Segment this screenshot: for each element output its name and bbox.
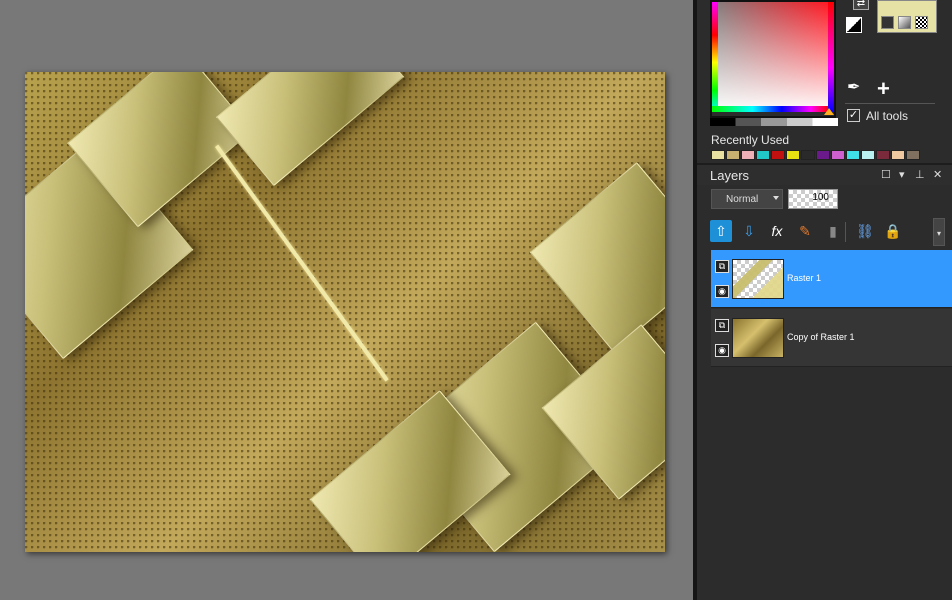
visibility-eye-icon[interactable]: ◉	[715, 285, 729, 298]
link-layer-button[interactable]: ⛓	[854, 220, 876, 242]
grayscale-strip[interactable]	[710, 118, 838, 126]
maximize-icon[interactable]: ☐	[881, 168, 891, 181]
layer-toolbar: ⇧ ⇩ fx ✎ ▮ ⛓ 🔒	[710, 220, 910, 244]
recent-color-swatch[interactable]	[786, 150, 800, 160]
recent-color-swatch[interactable]	[801, 150, 815, 160]
recent-colors-row	[711, 150, 921, 160]
visibility-eye-icon[interactable]: ◉	[715, 344, 729, 357]
recent-color-swatch[interactable]	[711, 150, 725, 160]
layer-thumbnail[interactable]	[732, 318, 784, 358]
hue-marker-icon[interactable]	[824, 108, 834, 115]
material-gradient-icon[interactable]	[898, 16, 911, 29]
layer-mask-button[interactable]: ✎	[794, 220, 816, 242]
mask-icon: ✎	[799, 222, 811, 239]
recent-color-swatch[interactable]	[726, 150, 740, 160]
color-field[interactable]	[712, 2, 828, 112]
hue-rail[interactable]	[712, 106, 828, 112]
layer-group-icon[interactable]: ⧉	[715, 319, 729, 332]
all-tools-checkbox[interactable]: ✓	[847, 109, 860, 122]
image-canvas[interactable]	[25, 72, 665, 552]
delete-layer-button[interactable]: ▮	[822, 220, 844, 242]
recently-used-label: Recently Used	[711, 133, 790, 147]
pin-icon[interactable]: ⊥	[915, 168, 925, 181]
canvas-light-beam	[215, 144, 389, 382]
recent-color-swatch[interactable]	[756, 150, 770, 160]
lock-layer-button[interactable]: 🔒	[882, 220, 904, 242]
link-icon: ⛓	[856, 222, 874, 239]
color-picker[interactable]	[710, 0, 836, 118]
layers-empty-area	[711, 368, 952, 600]
layer-name[interactable]: Copy of Raster 1	[787, 332, 855, 342]
menu-dropdown-icon[interactable]: ▾	[899, 168, 905, 181]
material-color-icon[interactable]	[881, 16, 894, 29]
layer-effects-button[interactable]: fx	[766, 220, 788, 242]
layers-title: Layers	[710, 168, 750, 183]
recent-color-swatch[interactable]	[816, 150, 830, 160]
divider	[845, 222, 846, 242]
opacity-field[interactable]: 100	[788, 189, 838, 209]
trash-icon: ▮	[829, 222, 837, 239]
merge-down-button[interactable]: ⇩	[738, 220, 760, 242]
recent-color-swatch[interactable]	[861, 150, 875, 160]
recent-color-swatch[interactable]	[876, 150, 890, 160]
recent-color-swatch[interactable]	[846, 150, 860, 160]
fx-icon: fx	[771, 223, 783, 239]
layer-row[interactable]: ⧉ ◉ Raster 1	[711, 250, 952, 308]
arrow-up-icon: ⇧	[715, 222, 727, 239]
layers-panel-header: Layers ☐ ▾ ⊥ ✕	[697, 163, 952, 185]
material-pattern-icon[interactable]	[915, 16, 928, 29]
all-tools-label: All tools	[866, 109, 909, 123]
recent-color-swatch[interactable]	[891, 150, 905, 160]
recent-color-swatch[interactable]	[831, 150, 845, 160]
recent-color-swatch[interactable]	[741, 150, 755, 160]
right-panel: ⇄ ✒ + ✓ All tools Recently Used Layers ☐…	[697, 0, 952, 600]
arrow-down-icon: ⇩	[743, 222, 755, 239]
close-icon[interactable]: ✕	[933, 168, 942, 181]
foreground-swatch[interactable]	[877, 0, 937, 33]
toolbar-overflow-button[interactable]: ▾	[933, 218, 945, 246]
hue-rail[interactable]	[712, 2, 718, 112]
swap-colors-icon[interactable]: ⇄	[853, 0, 869, 10]
new-layer-button[interactable]: ⇧	[710, 220, 732, 242]
layers-list: ⧉ ◉ Raster 1 ⧉ ◉ Copy of Raster 1	[711, 250, 952, 368]
chevron-down-icon[interactable]	[773, 196, 779, 200]
eyedropper-icon[interactable]: ✒	[847, 80, 860, 96]
canvas-plate	[529, 162, 665, 352]
layer-group-icon[interactable]: ⧉	[715, 260, 729, 273]
canvas-plate	[215, 72, 405, 187]
layer-name[interactable]: Raster 1	[787, 273, 821, 283]
hue-rail[interactable]	[828, 2, 834, 112]
lock-icon: 🔒	[884, 222, 902, 239]
reset-colors-icon[interactable]	[846, 17, 862, 33]
layer-thumbnail[interactable]	[732, 259, 784, 299]
recent-color-swatch[interactable]	[906, 150, 920, 160]
image-workspace[interactable]	[0, 0, 693, 600]
divider	[845, 103, 935, 104]
layer-row[interactable]: ⧉ ◉ Copy of Raster 1	[711, 309, 952, 367]
add-swatch-icon[interactable]: +	[877, 78, 890, 100]
recent-color-swatch[interactable]	[771, 150, 785, 160]
